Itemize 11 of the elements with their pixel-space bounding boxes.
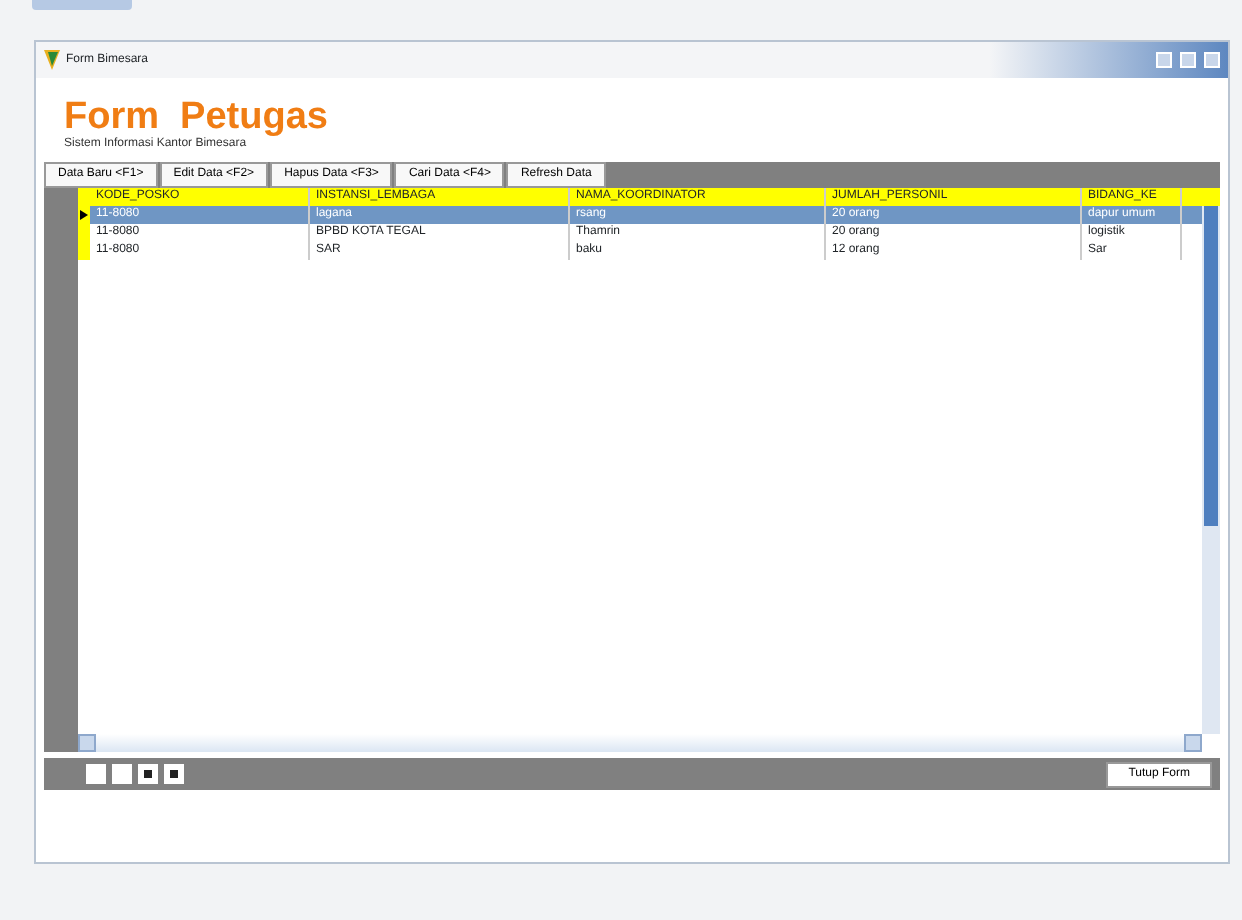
square-icon	[144, 770, 152, 778]
close-button[interactable]	[1204, 52, 1220, 68]
vertical-scrollbar[interactable]	[1202, 206, 1220, 734]
next-record-button[interactable]	[138, 764, 158, 784]
form-title: Form Petugas	[64, 98, 330, 136]
first-record-button[interactable]	[86, 764, 106, 784]
maximize-button[interactable]	[1180, 52, 1196, 68]
minimize-button[interactable]	[1156, 52, 1172, 68]
last-record-button[interactable]	[164, 764, 184, 784]
square-icon	[170, 770, 178, 778]
app-icon	[44, 50, 60, 70]
